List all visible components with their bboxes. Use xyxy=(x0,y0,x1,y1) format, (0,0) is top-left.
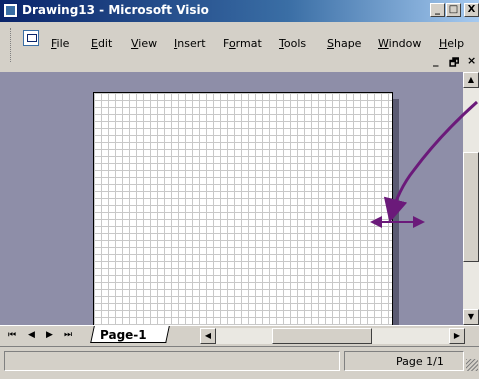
doc-restore-button[interactable]: 🗗 xyxy=(449,54,459,73)
prev-page-icon[interactable]: ◀ xyxy=(28,330,35,340)
menu-insert[interactable]: Insert xyxy=(174,37,206,50)
minimize-button[interactable]: _ xyxy=(430,3,445,17)
scroll-down-icon[interactable]: ▼ xyxy=(463,309,479,325)
close-button[interactable]: X xyxy=(464,3,479,17)
drawing-page-grid[interactable] xyxy=(93,92,393,325)
page-tab-label[interactable]: Page-1 xyxy=(100,328,147,342)
next-page-icon[interactable]: ▶ xyxy=(46,330,53,340)
menu-tools[interactable]: Tools xyxy=(279,37,306,50)
doc-minimize-button[interactable]: _ xyxy=(433,54,439,67)
menu-bar: File Edit View Insert Format Tools Shape… xyxy=(0,22,479,72)
last-page-icon[interactable]: ⏭ xyxy=(64,330,72,340)
window-title: Drawing13 - Microsoft Visio xyxy=(22,3,209,17)
scroll-up-icon[interactable]: ▲ xyxy=(463,72,479,88)
vertical-scrollbar[interactable]: ▲ ▼ xyxy=(463,72,479,325)
menu-window[interactable]: Window xyxy=(378,37,421,50)
menu-format[interactable]: Format xyxy=(223,37,262,50)
menu-help[interactable]: Help xyxy=(439,37,464,50)
toolbar-grip[interactable] xyxy=(10,28,14,62)
visio-app-icon[interactable] xyxy=(3,3,18,18)
status-bar: Page 1/1 xyxy=(0,346,479,379)
first-page-icon[interactable]: ⏮ xyxy=(8,330,16,340)
menu-edit[interactable]: Edit xyxy=(91,37,112,50)
menu-view[interactable]: View xyxy=(131,37,157,50)
resize-grip-icon[interactable] xyxy=(466,359,478,371)
doc-close-button[interactable]: × xyxy=(467,54,476,67)
drawing-workspace[interactable] xyxy=(0,72,463,325)
horizontal-scroll-thumb[interactable] xyxy=(272,328,372,344)
maximize-button[interactable]: □ xyxy=(446,3,461,17)
scroll-left-icon[interactable]: ◀ xyxy=(200,328,216,344)
status-pane-main xyxy=(4,351,340,371)
page-navigation-bar: ⏮ ◀ ▶ ⏭ Page-1 ◀ ▶ xyxy=(0,325,479,346)
scroll-right-icon[interactable]: ▶ xyxy=(449,328,465,344)
horizontal-scrollbar[interactable]: ◀ ▶ xyxy=(200,328,465,344)
menu-file[interactable]: File xyxy=(51,37,69,50)
title-bar[interactable]: Drawing13 - Microsoft Visio _ □ X xyxy=(0,0,479,22)
document-icon[interactable] xyxy=(23,30,39,46)
status-page-number: Page 1/1 xyxy=(396,355,444,368)
visio-window: Drawing13 - Microsoft Visio _ □ X File E… xyxy=(0,0,479,379)
vertical-scroll-thumb[interactable] xyxy=(463,152,479,262)
menu-shape[interactable]: Shape xyxy=(327,37,361,50)
